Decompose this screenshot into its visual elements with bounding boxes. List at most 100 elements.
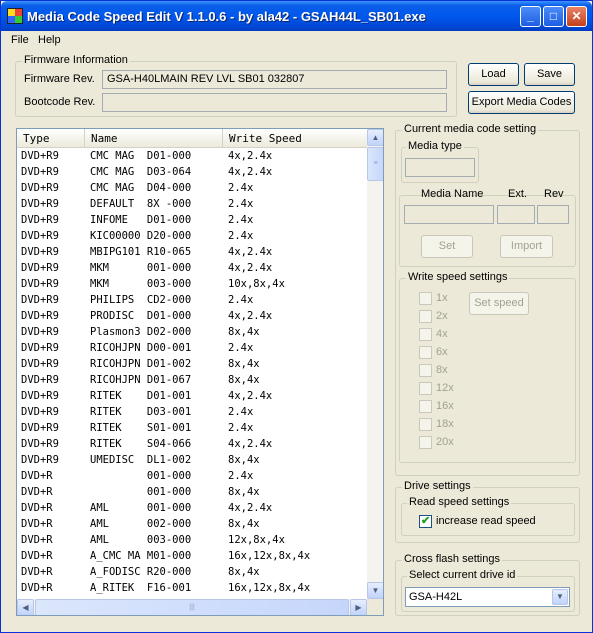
increase-read-speed-checkbox[interactable]: ✔ <box>419 515 432 528</box>
media-code-list[interactable]: Type Name Write Speed DVD+R9 CMC MAG D01-… <box>16 128 384 616</box>
speed-checkbox-1x[interactable] <box>419 292 432 305</box>
speed-label-20x: 20x <box>436 436 454 448</box>
ext-field[interactable] <box>497 205 535 224</box>
speed-checkbox-2x[interactable] <box>419 310 432 323</box>
cell-type: DVD+R9 <box>21 246 59 258</box>
table-row[interactable]: DVD+R 001-000 8x,4x <box>17 484 367 500</box>
cell-name: INFOME D01-000 <box>90 214 192 226</box>
cell-name: RICOHJPN D01-067 <box>90 374 192 386</box>
table-row[interactable]: DVD+R 001-000 2.4x <box>17 468 367 484</box>
speed-checkbox-8x[interactable] <box>419 364 432 377</box>
bootcode-rev-label: Bootcode Rev. <box>24 96 96 108</box>
table-row[interactable]: DVD+R9 RICOHJPN D01-067 8x,4x <box>17 372 367 388</box>
table-row[interactable]: DVD+R AML 002-000 8x,4x <box>17 516 367 532</box>
table-row[interactable]: DVD+R9 INFOME D01-000 2.4x <box>17 212 367 228</box>
table-row[interactable]: DVD+R9 RICOHJPN D00-001 2.4x <box>17 340 367 356</box>
media-type-field[interactable] <box>405 158 475 177</box>
cell-type: DVD+R9 <box>21 278 59 290</box>
media-name-field[interactable] <box>404 205 494 224</box>
cell-name: 001-000 <box>90 470 192 482</box>
import-button[interactable]: Import <box>500 235 553 258</box>
title-bar[interactable]: Media Code Speed Edit V 1.1.0.6 - by ala… <box>1 1 592 31</box>
table-row[interactable]: DVD+R9 RITEK S04-066 4x,2.4x <box>17 436 367 452</box>
scroll-left-button[interactable]: ◀ <box>17 599 34 615</box>
cell-write-speed: 2.4x <box>228 294 254 306</box>
rev-field[interactable] <box>537 205 569 224</box>
table-row[interactable]: DVD+R A_RITEK F16-001 16x,12x,8x,4x <box>17 580 367 596</box>
minimize-button[interactable]: _ <box>520 6 541 27</box>
maximize-button[interactable]: □ <box>543 6 564 27</box>
table-row[interactable]: DVD+R9 CMC MAG D04-000 2.4x <box>17 180 367 196</box>
load-button[interactable]: Load <box>468 63 519 86</box>
cell-type: DVD+R9 <box>21 390 59 402</box>
table-row[interactable]: DVD+R9 RITEK D03-001 2.4x <box>17 404 367 420</box>
set-speed-button[interactable]: Set speed <box>469 292 529 315</box>
speed-label-12x: 12x <box>436 382 454 394</box>
table-row[interactable]: DVD+R9 RICOHJPN D01-002 8x,4x <box>17 356 367 372</box>
table-row[interactable]: DVD+R9 DEFAULT 8X -000 2.4x <box>17 196 367 212</box>
table-row[interactable]: DVD+R9 RITEK S01-001 2.4x <box>17 420 367 436</box>
table-row[interactable]: DVD+R9 Plasmon3 D02-000 8x,4x <box>17 324 367 340</box>
speed-checkbox-6x[interactable] <box>419 346 432 359</box>
table-row[interactable]: DVD+R9 PRODISC D01-000 4x,2.4x <box>17 308 367 324</box>
table-row[interactable]: DVD+R9 UMEDISC DL1-002 8x,4x <box>17 452 367 468</box>
firmware-rev-label: Firmware Rev. <box>24 73 95 85</box>
scroll-corner <box>367 599 383 615</box>
cell-write-speed: 4x,2.4x <box>228 390 273 402</box>
speed-checkbox-18x[interactable] <box>419 418 432 431</box>
set-button[interactable]: Set <box>421 235 473 258</box>
scroll-down-button[interactable]: ▼ <box>367 582 383 599</box>
column-header-write-speed[interactable]: Write Speed <box>223 129 367 147</box>
speed-checkbox-20x[interactable] <box>419 436 432 449</box>
cell-type: DVD+R9 <box>21 182 59 194</box>
table-row[interactable]: DVD+R9 RITEK D01-001 4x,2.4x <box>17 388 367 404</box>
scroll-right-button[interactable]: ▶ <box>350 599 367 615</box>
horizontal-scrollbar[interactable]: ◀ ||| ▶ <box>17 599 367 615</box>
bootcode-rev-field[interactable] <box>102 93 447 112</box>
media-name-label: Media Name <box>421 188 484 200</box>
table-row[interactable]: DVD+R AML 001-000 4x,2.4x <box>17 500 367 516</box>
column-header-type[interactable]: Type <box>17 129 85 147</box>
table-row[interactable]: DVD+R A_CMC MA M01-000 16x,12x,8x,4x <box>17 548 367 564</box>
list-header: Type Name Write Speed <box>17 129 367 148</box>
increase-read-speed-label: increase read speed <box>436 515 536 527</box>
menu-help[interactable]: Help <box>38 34 61 46</box>
speed-checkbox-12x[interactable] <box>419 382 432 395</box>
cell-write-speed: 2.4x <box>228 406 254 418</box>
horizontal-scroll-thumb[interactable]: ||| <box>35 599 349 615</box>
cell-name: MKM 003-000 <box>90 278 192 290</box>
cell-name: CMC MAG D03-064 <box>90 166 192 178</box>
cell-type: DVD+R <box>21 502 53 514</box>
close-button[interactable]: ✕ <box>566 6 587 27</box>
menu-file[interactable]: File <box>11 34 29 46</box>
cell-name: RITEK S04-066 <box>90 438 192 450</box>
table-row[interactable]: DVD+R9 MBIPG101 R10-065 4x,2.4x <box>17 244 367 260</box>
table-row[interactable]: DVD+R AML 003-000 12x,8x,4x <box>17 532 367 548</box>
scroll-up-button[interactable]: ▲ <box>367 129 383 146</box>
firmware-rev-field[interactable]: GSA-H40LMAIN REV LVL SB01 032807 <box>102 70 447 89</box>
speed-checkbox-4x[interactable] <box>419 328 432 341</box>
table-row[interactable]: DVD+R A_FODISC R20-000 8x,4x <box>17 564 367 580</box>
cell-type: DVD+R9 <box>21 374 59 386</box>
export-media-codes-button[interactable]: Export Media Codes <box>468 91 575 114</box>
table-row[interactable]: DVD+R9 KIC00000 D20-000 2.4x <box>17 228 367 244</box>
drive-id-select[interactable]: GSA-H42L ▼ <box>405 587 570 607</box>
cell-name: RICOHJPN D00-001 <box>90 342 192 354</box>
vertical-scrollbar[interactable]: ▲ ≡ ▼ <box>367 129 383 599</box>
save-button[interactable]: Save <box>524 63 575 86</box>
table-row[interactable]: DVD+R9 CMC MAG D03-064 4x,2.4x <box>17 164 367 180</box>
cell-type: DVD+R9 <box>21 198 59 210</box>
vertical-scroll-thumb[interactable]: ≡ <box>367 147 383 181</box>
cell-write-speed: 8x,4x <box>228 358 260 370</box>
cell-type: DVD+R9 <box>21 422 59 434</box>
chevron-down-icon[interactable]: ▼ <box>552 589 568 605</box>
table-row[interactable]: DVD+R9 CMC MAG D01-000 4x,2.4x <box>17 148 367 164</box>
cell-type: DVD+R9 <box>21 310 59 322</box>
column-header-name[interactable]: Name <box>85 129 223 147</box>
cell-name: RITEK D01-001 <box>90 390 192 402</box>
table-row[interactable]: DVD+R9 MKM 003-000 10x,8x,4x <box>17 276 367 292</box>
table-row[interactable]: DVD+R9 PHILIPS CD2-000 2.4x <box>17 292 367 308</box>
cell-write-speed: 10x,8x,4x <box>228 278 285 290</box>
table-row[interactable]: DVD+R9 MKM 001-000 4x,2.4x <box>17 260 367 276</box>
speed-checkbox-16x[interactable] <box>419 400 432 413</box>
